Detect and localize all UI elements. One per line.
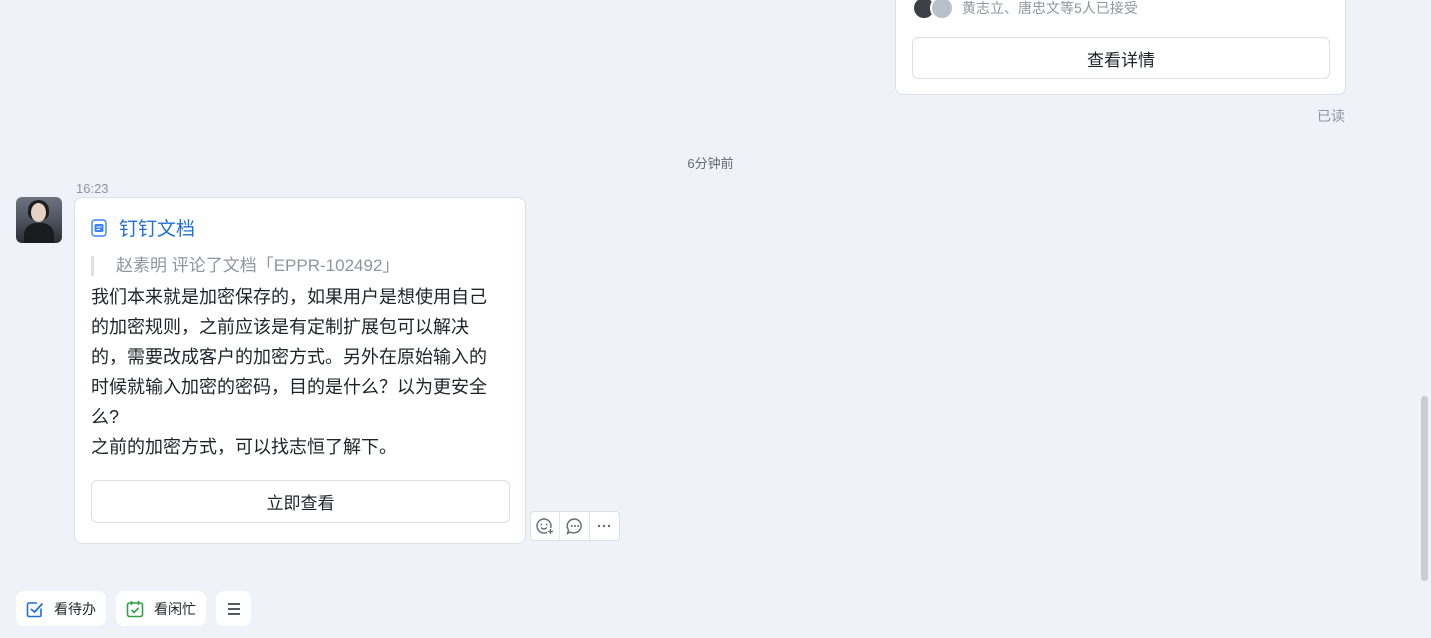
accepted-text: 黄志立、唐忠文等5人已接受 — [962, 0, 1138, 16]
message-line: 的加密规则，之前应该是有定制扩展包可以解决 — [91, 317, 469, 337]
view-now-button[interactable]: 立即查看 — [91, 480, 510, 523]
message-time: 16:23 — [76, 181, 109, 196]
message-line: 么? — [91, 407, 120, 427]
avatar — [930, 0, 954, 20]
approval-card: 黄志立、唐忠文等5人已接受 查看详情 — [895, 0, 1346, 95]
more-icon — [598, 524, 611, 528]
busy-status-button[interactable]: 看闲忙 — [116, 591, 206, 626]
message-body: 我们本来就是加密保存的，如果用户是想使用自己 的加密规则，之前应该是有定制扩展包… — [91, 282, 511, 462]
message-line: 之前的加密方式，可以找志恒了解下。 — [91, 437, 397, 457]
todo-label: 看待办 — [54, 600, 96, 617]
more-actions-button[interactable] — [216, 591, 251, 626]
message-line: 我们本来就是加密保存的，如果用户是想使用自己 — [91, 287, 487, 307]
todo-button[interactable]: 看待办 — [16, 591, 106, 626]
menu-icon — [227, 602, 240, 615]
message-line: 时候就输入加密的密码，目的是什么？以为更安全 — [91, 377, 487, 397]
quick-action-bar: 看待办 看闲忙 — [16, 591, 251, 626]
busy-label: 看闲忙 — [154, 600, 196, 617]
emoji-reaction-icon — [536, 518, 555, 535]
view-details-button[interactable]: 查看详情 — [912, 37, 1330, 79]
doc-header[interactable]: 钉钉文档 — [91, 214, 195, 241]
comment-quote: 赵素明 评论了文档「EPPR-102492」 — [91, 256, 399, 276]
todo-checkbox-icon — [26, 601, 44, 617]
accepted-row: 黄志立、唐忠文等5人已接受 — [912, 0, 1138, 20]
message-toolbar — [530, 511, 620, 541]
calendar-check-icon — [126, 600, 144, 617]
read-status: 已读 — [1317, 108, 1345, 124]
reply-button[interactable] — [560, 512, 590, 540]
scrollbar-thumb[interactable] — [1421, 396, 1428, 581]
more-button[interactable] — [590, 512, 619, 540]
doc-title-link[interactable]: 钉钉文档 — [119, 214, 195, 241]
document-icon — [91, 218, 107, 237]
message-line: 的，需要改成客户的加密方式。另外在原始输入的 — [91, 347, 487, 367]
time-divider: 6分钟前 — [687, 156, 734, 171]
sender-avatar[interactable] — [16, 197, 62, 243]
doc-comment-card[interactable]: 钉钉文档 赵素明 评论了文档「EPPR-102492」 我们本来就是加密保存的，… — [74, 197, 526, 544]
reply-comment-icon — [565, 518, 582, 536]
emoji-reaction-button[interactable] — [531, 512, 561, 540]
